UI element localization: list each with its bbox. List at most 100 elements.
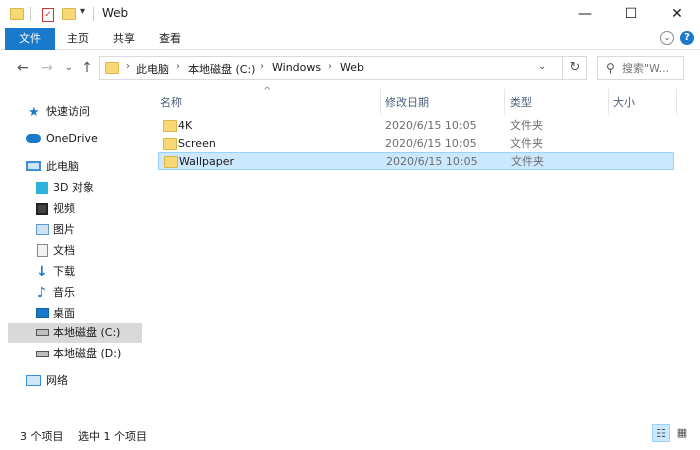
- sidebar-item-drive-d[interactable]: 本地磁盘 (D:): [8, 344, 142, 364]
- address-bar[interactable]: › 此电脑 › 本地磁盘 (C:) › Windows › Web: [99, 56, 587, 80]
- properties-icon[interactable]: ✓: [42, 8, 54, 22]
- sidebar-item-desktop[interactable]: 桌面: [8, 304, 142, 324]
- sidebar-item-3d-objects[interactable]: 3D 对象: [8, 178, 142, 198]
- drive-c-icon: [36, 329, 49, 336]
- sidebar-item-label: 视频: [53, 202, 75, 215]
- help-icon[interactable]: ?: [680, 31, 694, 45]
- sidebar-item-label: OneDrive: [46, 132, 98, 145]
- sidebar-item-label: 下载: [53, 265, 75, 278]
- search-input[interactable]: [622, 59, 682, 77]
- status-bar: 3 个项目 选中 1 个项目 ☷ ▦: [0, 420, 700, 450]
- folder-icon: [105, 62, 119, 74]
- file-date: 2020/6/15 10:05: [386, 155, 478, 168]
- minimize-button[interactable]: —: [562, 0, 608, 28]
- expand-ribbon-icon[interactable]: ⌄: [660, 31, 674, 45]
- table-row[interactable]: Wallpaper 2020/6/15 10:05 文件夹: [158, 152, 674, 170]
- sidebar-item-label: 3D 对象: [53, 181, 94, 194]
- column-divider[interactable]: [676, 89, 677, 115]
- item-count: 3 个项目: [20, 430, 64, 443]
- sidebar-item-label: 网络: [46, 374, 68, 387]
- sidebar-item-quick-access[interactable]: ★ 快速访问: [8, 102, 142, 122]
- folder-icon: [163, 120, 177, 132]
- sidebar-item-label: 快速访问: [46, 105, 90, 118]
- new-folder-icon[interactable]: [62, 8, 76, 20]
- sidebar-item-label: 桌面: [53, 307, 75, 320]
- close-button[interactable]: ✕: [654, 0, 700, 28]
- search-box[interactable]: ⚲: [597, 56, 684, 80]
- recent-locations-button[interactable]: ⌄: [60, 62, 78, 73]
- drive-d-icon: [36, 351, 49, 357]
- column-header-size[interactable]: 大小: [613, 92, 635, 114]
- tab-view[interactable]: 查看: [154, 28, 186, 50]
- column-header-date[interactable]: 修改日期: [385, 92, 429, 114]
- details-view-icon[interactable]: ☷: [652, 424, 670, 442]
- download-icon: ↓: [36, 264, 48, 280]
- back-button[interactable]: ←: [14, 60, 32, 76]
- picture-icon: [36, 224, 49, 235]
- sidebar-item-music[interactable]: ♪ 音乐: [8, 283, 142, 303]
- breadcrumb-separator[interactable]: ›: [260, 61, 264, 72]
- sidebar-item-drive-c[interactable]: 本地磁盘 (C:): [8, 323, 142, 343]
- sidebar-item-network[interactable]: 网络: [8, 371, 142, 391]
- breadcrumb-web[interactable]: Web: [340, 61, 364, 74]
- forward-button[interactable]: →: [38, 60, 56, 76]
- tab-share[interactable]: 共享: [108, 28, 140, 50]
- sidebar-item-label: 文档: [53, 244, 75, 257]
- cloud-icon: [26, 134, 41, 143]
- customize-toolbar-icon[interactable]: ▾: [80, 6, 85, 17]
- column-header-type[interactable]: 类型: [510, 92, 532, 114]
- title-bar: ✓ ▾ Web — ☐ ✕: [0, 0, 700, 28]
- file-type: 文件夹: [511, 155, 544, 168]
- music-icon: ♪: [37, 285, 46, 301]
- refresh-button[interactable]: ↻: [562, 56, 587, 80]
- tab-file[interactable]: 文件: [5, 28, 55, 50]
- up-button[interactable]: ↑: [78, 60, 96, 76]
- folder-icon: [163, 138, 177, 150]
- file-name: 4K: [178, 119, 193, 132]
- large-icons-view-icon[interactable]: ▦: [673, 424, 691, 442]
- file-list: ^ 名称 修改日期 类型 大小 4K 2020/6/15 10:05 文件夹 S…: [145, 86, 700, 420]
- cube-icon: [36, 182, 48, 194]
- breadcrumb-windows[interactable]: Windows: [272, 61, 321, 74]
- table-row[interactable]: 4K 2020/6/15 10:05 文件夹: [158, 117, 674, 135]
- file-date: 2020/6/15 10:05: [385, 137, 477, 150]
- folder-icon: [10, 8, 24, 20]
- search-icon: ⚲: [606, 61, 615, 75]
- breadcrumb-drive-c[interactable]: 本地磁盘 (C:): [188, 61, 255, 77]
- desktop-icon: [36, 308, 49, 318]
- computer-icon: [26, 161, 41, 171]
- navigation-pane: ★ 快速访问 OneDrive 此电脑 3D 对象 视频 图片 文档 ↓ 下载 …: [0, 86, 145, 420]
- window-title: Web: [102, 6, 129, 20]
- sidebar-item-this-pc[interactable]: 此电脑: [8, 157, 142, 177]
- sidebar-item-pictures[interactable]: 图片: [8, 220, 142, 240]
- breadcrumb-separator[interactable]: ›: [328, 61, 332, 72]
- breadcrumb-separator[interactable]: ›: [126, 61, 130, 72]
- title-separator: [30, 7, 31, 21]
- ribbon: 文件 主页 共享 查看 ⌄ ?: [0, 28, 700, 50]
- breadcrumb-separator[interactable]: ›: [176, 61, 180, 72]
- column-divider[interactable]: [504, 89, 505, 115]
- sidebar-item-label: 此电脑: [46, 160, 79, 173]
- sidebar-item-downloads[interactable]: ↓ 下载: [8, 262, 142, 282]
- star-icon: ★: [28, 105, 40, 120]
- file-type: 文件夹: [510, 119, 543, 132]
- file-type: 文件夹: [510, 137, 543, 150]
- sidebar-item-onedrive[interactable]: OneDrive: [8, 129, 142, 149]
- film-icon: [36, 203, 48, 215]
- navigation-bar: ← → ⌄ ↑ › 此电脑 › 本地磁盘 (C:) › Windows › We…: [0, 50, 700, 86]
- sidebar-item-videos[interactable]: 视频: [8, 199, 142, 219]
- document-icon: [37, 244, 48, 257]
- file-name: Screen: [178, 137, 216, 150]
- breadcrumb-this-pc[interactable]: 此电脑: [136, 61, 169, 77]
- address-dropdown-icon[interactable]: ⌄: [538, 61, 546, 72]
- sort-indicator: ^: [263, 86, 272, 97]
- column-header-name[interactable]: 名称: [160, 92, 182, 114]
- network-icon: [26, 375, 41, 386]
- sidebar-item-documents[interactable]: 文档: [8, 241, 142, 261]
- tab-home[interactable]: 主页: [62, 28, 94, 50]
- column-divider[interactable]: [608, 89, 609, 115]
- sidebar-item-label: 本地磁盘 (C:): [53, 326, 121, 339]
- column-divider[interactable]: [380, 89, 381, 115]
- maximize-button[interactable]: ☐: [608, 0, 654, 28]
- table-row[interactable]: Screen 2020/6/15 10:05 文件夹: [158, 135, 674, 153]
